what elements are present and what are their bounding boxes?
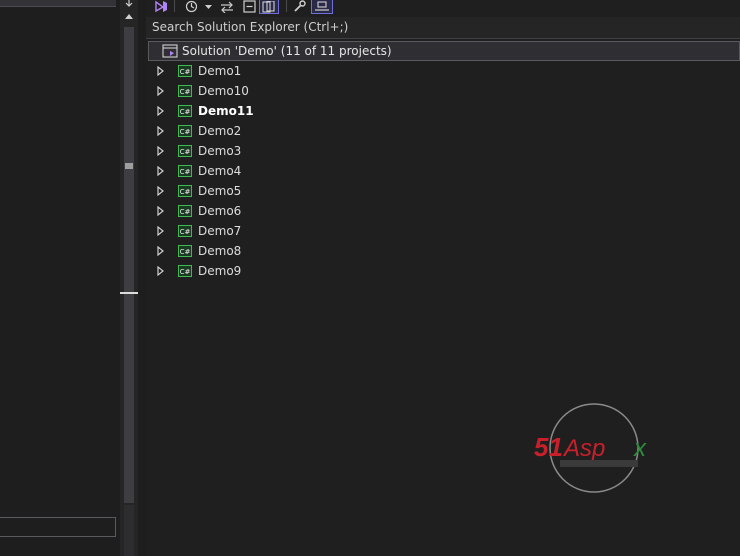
project-list: C# Demo1 C# Demo10 C# Demo11 C# Demo2 C# Demo3 C# D… bbox=[146, 61, 740, 281]
expand-chevron-icon[interactable] bbox=[157, 86, 165, 96]
project-label: Demo1 bbox=[198, 64, 242, 78]
project-node[interactable]: C# Demo3 bbox=[146, 141, 740, 161]
csharp-project-icon: C# bbox=[178, 245, 192, 257]
project-label: Demo2 bbox=[198, 124, 242, 138]
svg-text:C#: C# bbox=[180, 228, 191, 236]
preview-selected-icon[interactable] bbox=[311, 0, 333, 14]
expand-chevron-icon[interactable] bbox=[157, 166, 165, 176]
project-node[interactable]: C# Demo11 bbox=[146, 101, 740, 121]
show-all-files-icon[interactable] bbox=[259, 0, 279, 14]
watermark-logo: 51 Asp x bbox=[534, 403, 647, 493]
project-label: Demo7 bbox=[198, 224, 242, 238]
project-label: Demo8 bbox=[198, 244, 242, 258]
project-node[interactable]: C# Demo9 bbox=[146, 261, 740, 281]
dropdown-arrow-icon[interactable] bbox=[204, 0, 212, 13]
svg-text:C#: C# bbox=[180, 248, 191, 256]
expand-chevron-icon[interactable] bbox=[157, 206, 165, 216]
scroll-split-icon[interactable] bbox=[123, 0, 135, 8]
svg-text:C#: C# bbox=[180, 128, 191, 136]
csharp-project-icon: C# bbox=[178, 265, 192, 277]
project-node[interactable]: C# Demo6 bbox=[146, 201, 740, 221]
expand-chevron-icon[interactable] bbox=[157, 126, 165, 136]
svg-text:C#: C# bbox=[180, 68, 191, 76]
project-label: Demo9 bbox=[198, 264, 242, 278]
csharp-project-icon: C# bbox=[178, 185, 192, 197]
csharp-project-icon: C# bbox=[178, 225, 192, 237]
search-placeholder: Search Solution Explorer (Ctrl+;) bbox=[152, 20, 349, 34]
solution-node[interactable]: Solution 'Demo' (11 of 11 projects) bbox=[148, 41, 740, 61]
expand-chevron-icon[interactable] bbox=[157, 186, 165, 196]
solution-label: Solution 'Demo' (11 of 11 projects) bbox=[182, 44, 392, 58]
expand-chevron-icon[interactable] bbox=[157, 146, 165, 156]
project-node[interactable]: C# Demo5 bbox=[146, 181, 740, 201]
solution-explorer-toolbar bbox=[146, 0, 740, 16]
sync-active-doc-icon[interactable] bbox=[220, 0, 234, 13]
editor-top-bar bbox=[0, 0, 116, 7]
properties-wrench-icon[interactable] bbox=[292, 0, 306, 13]
project-label: Demo5 bbox=[198, 184, 242, 198]
csharp-project-icon: C# bbox=[178, 165, 192, 177]
expand-chevron-icon[interactable] bbox=[157, 106, 165, 116]
expand-chevron-icon[interactable] bbox=[157, 246, 165, 256]
vs-sync-icon[interactable] bbox=[152, 0, 170, 13]
history-icon[interactable] bbox=[184, 0, 198, 13]
svg-text:C#: C# bbox=[180, 268, 191, 276]
svg-text:51: 51 bbox=[534, 432, 563, 462]
expand-chevron-icon[interactable] bbox=[157, 226, 165, 236]
project-label: Demo10 bbox=[198, 84, 249, 98]
editor-pane bbox=[0, 0, 120, 556]
scrollbar-marker bbox=[125, 163, 133, 169]
project-label: Demo11 bbox=[198, 104, 254, 118]
scrollbar-caret-marker bbox=[120, 292, 138, 294]
solution-tree: Solution 'Demo' (11 of 11 projects) C# De… bbox=[146, 41, 740, 281]
expand-chevron-icon[interactable] bbox=[157, 66, 165, 76]
expand-chevron-icon[interactable] bbox=[157, 266, 165, 276]
svg-text:C#: C# bbox=[180, 108, 191, 116]
scrollbar-thumb[interactable] bbox=[124, 27, 134, 503]
project-node[interactable]: C# Demo4 bbox=[146, 161, 740, 181]
csharp-project-icon: C# bbox=[178, 205, 192, 217]
svg-text:C#: C# bbox=[180, 148, 191, 156]
project-node[interactable]: C# Demo8 bbox=[146, 241, 740, 261]
svg-text:C#: C# bbox=[180, 188, 191, 196]
project-node[interactable]: C# Demo2 bbox=[146, 121, 740, 141]
editor-input-box[interactable] bbox=[0, 517, 116, 537]
editor-vertical-scrollbar[interactable] bbox=[120, 0, 138, 556]
project-node[interactable]: C# Demo1 bbox=[146, 61, 740, 81]
solution-icon bbox=[162, 44, 178, 58]
svg-text:C#: C# bbox=[180, 88, 191, 96]
project-label: Demo4 bbox=[198, 164, 242, 178]
collapse-all-icon[interactable] bbox=[242, 0, 256, 13]
svg-text:x: x bbox=[633, 435, 647, 462]
project-label: Demo3 bbox=[198, 144, 242, 158]
search-input[interactable]: Search Solution Explorer (Ctrl+;) bbox=[146, 17, 740, 39]
csharp-project-icon: C# bbox=[178, 145, 192, 157]
scrollbar-track-bottom bbox=[124, 505, 134, 556]
project-label: Demo6 bbox=[198, 204, 242, 218]
csharp-project-icon: C# bbox=[178, 125, 192, 137]
svg-text:Asp: Asp bbox=[562, 435, 605, 462]
project-node[interactable]: C# Demo7 bbox=[146, 221, 740, 241]
csharp-project-icon: C# bbox=[178, 65, 192, 77]
scroll-up-arrow-icon[interactable] bbox=[123, 10, 135, 22]
solution-explorer: Search Solution Explorer (Ctrl+;) Soluti… bbox=[146, 0, 740, 556]
csharp-project-icon: C# bbox=[178, 105, 192, 117]
svg-text:C#: C# bbox=[180, 208, 191, 216]
project-node[interactable]: C# Demo10 bbox=[146, 81, 740, 101]
csharp-project-icon: C# bbox=[178, 85, 192, 97]
svg-text:C#: C# bbox=[180, 168, 191, 176]
